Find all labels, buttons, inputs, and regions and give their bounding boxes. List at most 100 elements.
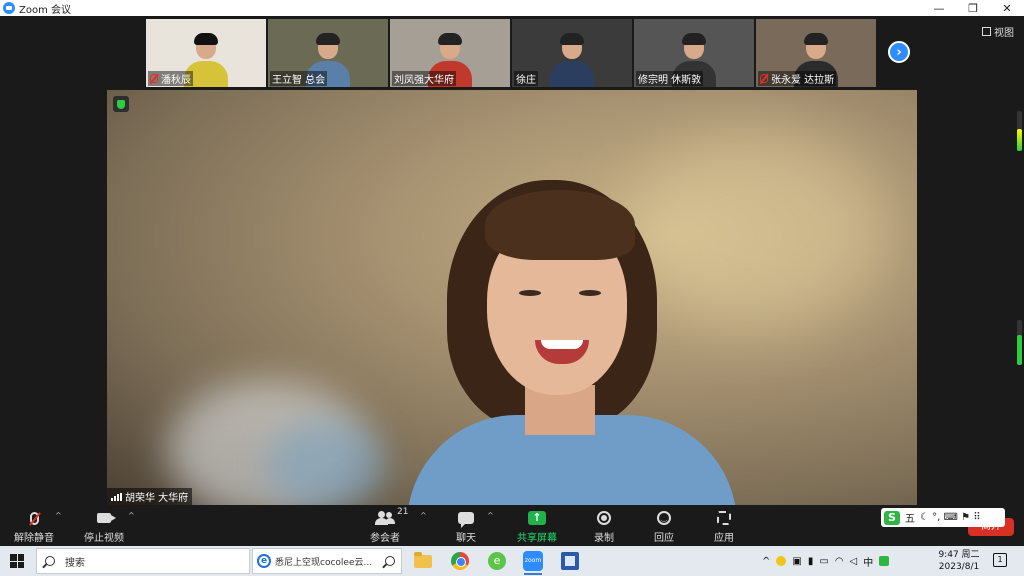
apps-label: 应用 xyxy=(714,533,734,544)
clock-time: 9:47 周二 xyxy=(938,550,980,560)
participant-name-label: 修宗明 休斯敦 xyxy=(636,71,704,86)
taskbar-browser-window[interactable]: e 悉尼上空现cocolee云... xyxy=(252,548,402,574)
audio-level-meter-top xyxy=(1017,111,1022,151)
tray-mic-icon[interactable]: ▮ xyxy=(808,556,814,567)
participant-count: 21 xyxy=(397,507,409,517)
stop-video-button[interactable]: 停止视频 xyxy=(84,509,124,544)
participant-strip: 潘秋辰 王立智 总会 刘凤强大华府 徐庄 修宗明 休斯敦 张永爱 达拉斯 xyxy=(146,19,876,87)
muted-mic-icon xyxy=(760,74,768,83)
participant-name: 潘秋辰 xyxy=(161,75,191,86)
participant-tile[interactable]: 徐庄 xyxy=(512,19,632,87)
tray-volume-icon[interactable]: ◁ xyxy=(850,556,858,567)
chat-options-caret[interactable]: ^ xyxy=(487,511,494,520)
zoom-taskbar-icon[interactable]: zoom xyxy=(522,550,544,575)
windows-taskbar: 搜索 e 悉尼上空现cocolee云... e zoom ^ ▣ ▮ ▭ ◠ ◁… xyxy=(0,546,1024,576)
reactions-button[interactable]: ‿ 回应 xyxy=(654,509,674,544)
participants-button[interactable]: 21 参会者 xyxy=(370,507,408,544)
view-label: 视图 xyxy=(994,28,1014,39)
browser-search-icon xyxy=(385,556,395,566)
chrome-icon[interactable] xyxy=(449,550,471,572)
chat-icon xyxy=(458,512,474,528)
notification-icon[interactable]: 1 xyxy=(993,553,1007,567)
minimize-button[interactable]: — xyxy=(922,0,956,16)
participant-tile[interactable]: 刘凤强大华府 xyxy=(390,19,510,87)
apps-icon xyxy=(717,511,731,525)
participants-options-caret[interactable]: ^ xyxy=(420,511,427,520)
share-screen-label: 共享屏幕 xyxy=(517,533,557,544)
record-label: 录制 xyxy=(594,533,614,544)
stop-video-label: 停止视频 xyxy=(84,533,124,544)
participant-name-label: 刘凤强大华府 xyxy=(392,71,456,86)
zoom-app-icon xyxy=(3,2,15,14)
participant-name-label: 王立智 总会 xyxy=(270,71,328,86)
share-screen-icon: ↑ xyxy=(528,511,546,525)
signal-bars-icon xyxy=(111,492,122,501)
share-screen-button[interactable]: ↑ 共享屏幕 xyxy=(517,509,557,544)
browser-window-title: 悉尼上空现cocolee云... xyxy=(275,557,373,568)
participant-name-label: 张永爱 达拉斯 xyxy=(758,71,837,86)
unmute-button[interactable]: 解除静音 xyxy=(14,509,54,544)
sogou-ime-icon[interactable]: S xyxy=(884,510,900,525)
speaker-name-label: 胡荣华 大华府 xyxy=(107,488,193,505)
close-button[interactable]: ✕ xyxy=(990,0,1024,16)
chat-button[interactable]: 聊天 xyxy=(456,509,476,544)
grid-view-icon xyxy=(982,27,991,36)
participant-name: 徐庄 xyxy=(516,75,536,86)
green-app-icon[interactable]: e xyxy=(486,550,508,572)
next-page-button[interactable]: › xyxy=(888,41,910,63)
clock-date: 2023/8/1 xyxy=(938,562,980,572)
tray-sogou-icon[interactable] xyxy=(879,556,890,566)
zoom-taskbar-text: zoom xyxy=(523,551,543,571)
record-icon xyxy=(597,511,611,525)
participant-name-label: 徐庄 xyxy=(514,71,538,86)
audio-options-caret[interactable]: ^ xyxy=(55,511,62,520)
video-options-caret[interactable]: ^ xyxy=(128,511,135,520)
window-title: Zoom 会议 xyxy=(19,4,72,16)
chat-label: 聊天 xyxy=(456,533,476,544)
system-tray: ^ ▣ ▮ ▭ ◠ ◁ 中 xyxy=(762,546,890,576)
ime-extras[interactable]: ☾ °, ⌨ ⚑ ⠿ xyxy=(920,512,981,523)
participant-tile[interactable]: 修宗明 休斯敦 xyxy=(634,19,754,87)
window-controls: — ❐ ✕ xyxy=(922,0,1024,16)
tray-language[interactable]: 中 xyxy=(863,554,873,569)
app-window-icon[interactable] xyxy=(559,550,581,572)
audio-level-meter-bottom xyxy=(1017,320,1022,365)
participant-video xyxy=(550,33,594,87)
participant-name-label: 潘秋辰 xyxy=(148,71,193,86)
participant-tile[interactable]: 王立智 总会 xyxy=(268,19,388,87)
participant-tile[interactable]: 潘秋辰 xyxy=(146,19,266,87)
muted-mic-icon xyxy=(29,511,39,525)
search-icon xyxy=(45,556,55,566)
participants-label: 参会者 xyxy=(370,533,400,544)
participant-tile[interactable]: 张永爱 达拉斯 xyxy=(756,19,876,87)
tray-wifi-icon[interactable]: ◠ xyxy=(835,556,844,567)
ime-toolbar[interactable]: S 五 ☾ °, ⌨ ⚑ ⠿ xyxy=(881,508,1005,527)
tray-meet-icon[interactable]: ▣ xyxy=(792,556,801,567)
participant-name: 刘凤强大华府 xyxy=(394,75,454,86)
participant-name: 张永爱 达拉斯 xyxy=(771,75,835,86)
apps-button[interactable]: 应用 xyxy=(714,509,734,544)
speaker-name: 胡荣华 大华府 xyxy=(125,493,189,504)
restore-button[interactable]: ❐ xyxy=(956,0,990,16)
unmute-label: 解除静音 xyxy=(14,533,54,544)
speaker-person xyxy=(407,180,807,505)
file-explorer-icon[interactable] xyxy=(412,550,434,572)
meeting-area: 潘秋辰 王立智 总会 刘凤强大华府 徐庄 修宗明 休斯敦 张永爱 达拉斯 › 视图 胡荣华… xyxy=(0,16,1024,506)
participant-name: 修宗明 休斯敦 xyxy=(638,75,702,86)
meeting-toolbar: 解除静音 ^ 停止视频 ^ 21 参会者 ^ 聊天 ^ ↑ 共享屏幕 录制 ‿ … xyxy=(0,506,1024,546)
encryption-shield-icon[interactable] xyxy=(113,96,129,112)
reactions-label: 回应 xyxy=(654,533,674,544)
view-button[interactable]: 视图 xyxy=(982,24,1014,39)
tray-chevron-icon[interactable]: ^ xyxy=(762,556,770,567)
record-button[interactable]: 录制 xyxy=(594,509,614,544)
tray-battery-icon[interactable]: ▭ xyxy=(819,556,828,567)
taskbar-clock[interactable]: 9:47 周二 2023/8/1 xyxy=(935,549,983,573)
participants-icon: 21 xyxy=(375,507,408,525)
tray-app-icon[interactable] xyxy=(776,556,787,566)
search-placeholder: 搜索 xyxy=(65,557,85,569)
title-bar: Zoom 会议 — ❐ ✕ xyxy=(0,0,1024,16)
ie-browser-icon: e xyxy=(257,554,271,568)
windows-start-icon[interactable] xyxy=(10,554,24,568)
taskbar-search-box[interactable]: 搜索 xyxy=(36,548,250,574)
ime-mode[interactable]: 五 xyxy=(905,510,915,525)
